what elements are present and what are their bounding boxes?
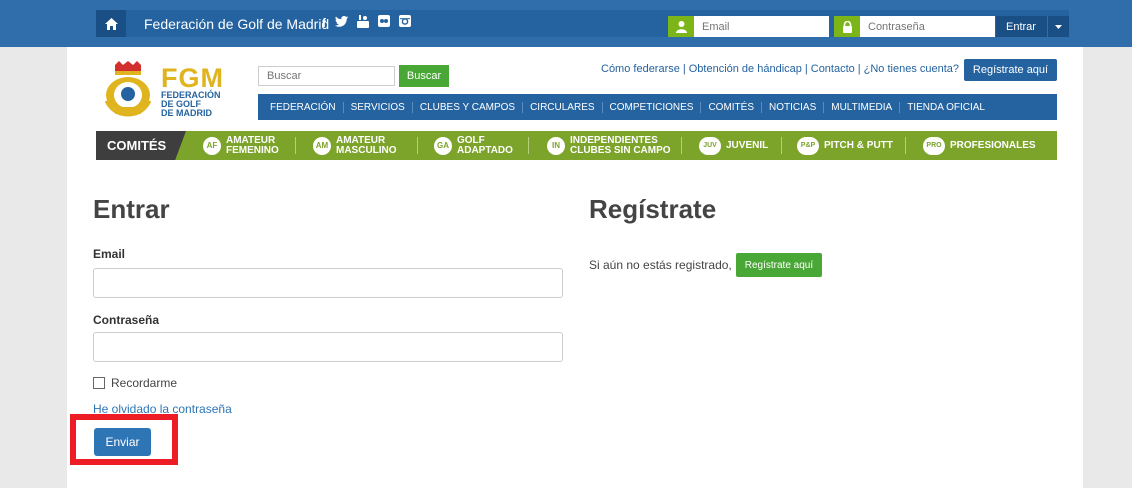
main-panel: FGM FEDERACIÓN DE GOLF DE MADRID Buscar … — [67, 47, 1083, 488]
logo-line3: DE MADRID — [161, 108, 212, 118]
nav-competiciones[interactable]: COMPETICIONES — [603, 101, 702, 113]
top-bar-inner: Federación de Golf de Madrid f Email Ent… — [96, 10, 1069, 37]
topbar-email-input[interactable] — [694, 16, 829, 37]
login-title: Entrar — [93, 194, 170, 224]
register-text: Si aún no estás registrado, — [589, 258, 732, 272]
link-handicap[interactable]: Obtención de hándicap — [689, 63, 802, 75]
main-nav: FEDERACIÓN SERVICIOS CLUBES Y CAMPOS CIR… — [258, 94, 1057, 120]
register-title: Regístrate — [589, 194, 717, 224]
logo-text: FGM FEDERACIÓN DE GOLF DE MADRID — [161, 65, 224, 118]
link-como-federarse[interactable]: Cómo federarse — [601, 63, 680, 75]
crest-icon — [104, 61, 152, 117]
committee-line2: MASCULINO — [336, 144, 397, 156]
nav-clubes-campos[interactable]: CLUBES Y CAMPOS — [413, 101, 524, 113]
nav-circulares[interactable]: CIRCULARES — [523, 101, 603, 113]
remember-label: Recordarme — [111, 376, 178, 390]
committee-amateur-masculino[interactable]: AM AMATEUR MASCULINO — [313, 131, 397, 160]
nav-noticias[interactable]: NOTICIAS — [762, 101, 825, 113]
badge-pro: PRO — [923, 136, 945, 155]
badge-juv: JUV — [699, 136, 721, 155]
nav-servicios[interactable]: SERVICIOS — [344, 101, 413, 113]
youtube-icon[interactable] — [357, 15, 369, 32]
caret-down-icon[interactable] — [1047, 16, 1069, 37]
header-links: Cómo federarse | Obtención de hándicap | Con… — [601, 63, 960, 75]
link-no-account[interactable]: ¿No tienes cuenta? — [864, 63, 959, 75]
badge-ga: GA — [434, 136, 452, 155]
facebook-icon[interactable]: f — [322, 15, 326, 32]
social-links: f — [322, 15, 411, 32]
committee-independientes[interactable]: IN INDEPENDIENTES CLUBES SIN CAMPO — [547, 131, 671, 160]
twitter-icon[interactable] — [335, 15, 348, 32]
instagram-icon[interactable] — [399, 15, 411, 32]
nav-multimedia[interactable]: MULTIMEDIA — [824, 101, 901, 113]
committee-golf-adaptado[interactable]: GA GOLF ADAPTADO — [434, 131, 513, 160]
topbar-email-group — [668, 16, 829, 37]
topbar-password-group — [834, 16, 995, 37]
committee-amateur-femenino[interactable]: AF AMATEUR FEMENINO — [203, 131, 279, 160]
search-button[interactable]: Buscar — [399, 65, 449, 87]
register-button[interactable]: Regístrate aquí — [735, 253, 823, 277]
committee-line1: JUVENIL — [726, 139, 769, 151]
topbar-password-input[interactable] — [860, 16, 995, 37]
committee-pitch-putt[interactable]: P&P PITCH & PUTT — [797, 131, 893, 160]
badge-am: AM — [313, 136, 331, 155]
committee-juvenil[interactable]: JUV JUVENIL — [699, 131, 768, 160]
email-label: Email — [93, 247, 126, 261]
topbar-login-button[interactable]: Entrar — [996, 16, 1069, 37]
committees-bar: COMITÉS AF AMATEUR FEMENINO AM AMATEUR MAS… — [96, 131, 1057, 160]
committee-line2: ADAPTADO — [457, 144, 513, 156]
committee-line2: CLUBES SIN CAMPO — [570, 144, 671, 156]
badge-in: IN — [547, 136, 565, 155]
remember-checkbox[interactable] — [93, 377, 105, 389]
home-icon — [104, 17, 118, 30]
nav-comites[interactable]: COMITÉS — [701, 101, 763, 113]
lock-icon — [834, 16, 860, 37]
user-icon — [668, 16, 694, 37]
home-button[interactable] — [96, 10, 126, 37]
topbar-login-label: Entrar — [1006, 20, 1036, 33]
password-field[interactable] — [93, 332, 563, 362]
header-register-button[interactable]: Regístrate aquí — [964, 59, 1057, 81]
flickr-icon[interactable] — [378, 15, 390, 32]
site-title[interactable]: Federación de Golf de Madrid — [144, 16, 329, 32]
remember-me[interactable]: Recordarme — [93, 376, 177, 390]
top-bar: Federación de Golf de Madrid f Email Ent… — [0, 0, 1132, 47]
register-prompt: Si aún no estás registrado, Regístrate a… — [589, 253, 823, 277]
search-input[interactable] — [258, 66, 395, 86]
fgm-logo[interactable]: FGM FEDERACIÓN DE GOLF DE MADRID — [101, 59, 241, 119]
badge-pp: P&P — [797, 136, 819, 155]
password-label: Contraseña — [93, 313, 160, 327]
submit-button[interactable]: Enviar — [94, 428, 151, 456]
nav-federacion[interactable]: FEDERACIÓN — [263, 101, 344, 113]
logo-fgm: FGM — [161, 63, 224, 93]
committee-line2: FEMENINO — [226, 144, 279, 156]
badge-af: AF — [203, 136, 221, 155]
committee-line1: PITCH & PUTT — [824, 139, 893, 151]
committees-label: COMITÉS — [96, 131, 186, 160]
email-field[interactable] — [93, 268, 563, 298]
committee-line1: PROFESIONALES — [950, 139, 1036, 151]
link-contacto[interactable]: Contacto — [811, 63, 855, 75]
committee-profesionales[interactable]: PRO PROFESIONALES — [923, 131, 1036, 160]
nav-tienda-oficial[interactable]: TIENDA OFICIAL — [900, 102, 992, 113]
